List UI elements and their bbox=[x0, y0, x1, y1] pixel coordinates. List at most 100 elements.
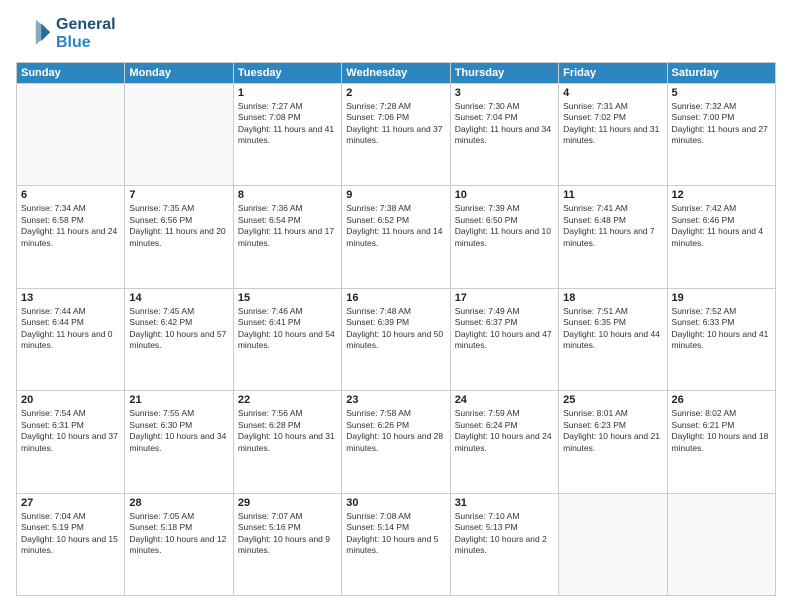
calendar-day-cell bbox=[17, 84, 125, 186]
day-number: 1 bbox=[238, 87, 337, 99]
day-detail: Sunrise: 7:44 AM Sunset: 6:44 PM Dayligh… bbox=[21, 306, 120, 352]
day-number: 23 bbox=[346, 394, 445, 406]
day-number: 14 bbox=[129, 292, 228, 304]
day-number: 4 bbox=[563, 87, 662, 99]
day-detail: Sunrise: 7:38 AM Sunset: 6:52 PM Dayligh… bbox=[346, 203, 445, 249]
calendar-table: SundayMondayTuesdayWednesdayThursdayFrid… bbox=[16, 62, 776, 596]
day-number: 25 bbox=[563, 394, 662, 406]
calendar-day-cell: 21 Sunrise: 7:55 AM Sunset: 6:30 PM Dayli… bbox=[125, 391, 233, 493]
day-number: 26 bbox=[672, 394, 771, 406]
calendar-day-cell: 8 Sunrise: 7:36 AM Sunset: 6:54 PM Daylig… bbox=[233, 186, 341, 288]
calendar-day-cell: 18Sunrise: 7:51 AM Sunset: 6:35 PM Dayli… bbox=[559, 288, 667, 390]
day-detail: Sunrise: 7:45 AM Sunset: 6:42 PM Dayligh… bbox=[129, 306, 228, 352]
day-number: 10 bbox=[455, 189, 554, 201]
day-detail: Sunrise: 7:56 AM Sunset: 6:28 PM Dayligh… bbox=[238, 408, 337, 454]
weekday-header: Monday bbox=[125, 63, 233, 84]
day-number: 20 bbox=[21, 394, 120, 406]
calendar-day-cell: 14 Sunrise: 7:45 AM Sunset: 6:42 PM Dayli… bbox=[125, 288, 233, 390]
calendar-header-row: SundayMondayTuesdayWednesdayThursdayFrid… bbox=[17, 63, 776, 84]
calendar-day-cell: 10 Sunrise: 7:39 AM Sunset: 6:50 PM Dayli… bbox=[450, 186, 558, 288]
day-detail: Sunrise: 7:31 AM Sunset: 7:02 PM Dayligh… bbox=[563, 101, 662, 147]
day-number: 6 bbox=[21, 189, 120, 201]
day-number: 15 bbox=[238, 292, 337, 304]
day-detail: Sunrise: 8:01 AM Sunset: 6:23 PM Dayligh… bbox=[563, 408, 662, 454]
day-detail: Sunrise: 7:46 AM Sunset: 6:41 PM Dayligh… bbox=[238, 306, 337, 352]
calendar-day-cell: 28Sunrise: 7:05 AM Sunset: 5:18 PM Dayli… bbox=[125, 493, 233, 595]
weekday-header: Wednesday bbox=[342, 63, 450, 84]
day-number: 30 bbox=[346, 497, 445, 509]
calendar-day-cell: 5 Sunrise: 7:32 AM Sunset: 7:00 PM Daylig… bbox=[667, 84, 775, 186]
header: General Blue bbox=[16, 16, 776, 52]
day-detail: Sunrise: 7:39 AM Sunset: 6:50 PM Dayligh… bbox=[455, 203, 554, 249]
page: General Blue SundayMondayTuesdayWednesda… bbox=[0, 0, 792, 612]
calendar-day-cell: 24 Sunrise: 7:59 AM Sunset: 6:24 PM Dayli… bbox=[450, 391, 558, 493]
day-number: 18 bbox=[563, 292, 662, 304]
weekday-header: Sunday bbox=[17, 63, 125, 84]
calendar-day-cell: 25 Sunrise: 8:01 AM Sunset: 6:23 PM Dayli… bbox=[559, 391, 667, 493]
calendar-day-cell: 26 Sunrise: 8:02 AM Sunset: 6:21 PM Dayli… bbox=[667, 391, 775, 493]
calendar-day-cell: 17 Sunrise: 7:49 AM Sunset: 6:37 PM Dayli… bbox=[450, 288, 558, 390]
calendar-day-cell: 11 Sunrise: 7:41 AM Sunset: 6:48 PM Dayli… bbox=[559, 186, 667, 288]
day-detail: Sunrise: 7:27 AM Sunset: 7:08 PM Dayligh… bbox=[238, 101, 337, 147]
calendar-day-cell bbox=[559, 493, 667, 595]
calendar-day-cell bbox=[125, 84, 233, 186]
day-detail: Sunrise: 7:42 AM Sunset: 6:46 PM Dayligh… bbox=[672, 203, 771, 249]
day-detail: Sunrise: 7:10 AM Sunset: 5:13 PM Dayligh… bbox=[455, 511, 554, 557]
day-detail: Sunrise: 7:08 AM Sunset: 5:14 PM Dayligh… bbox=[346, 511, 445, 557]
day-detail: Sunrise: 7:49 AM Sunset: 6:37 PM Dayligh… bbox=[455, 306, 554, 352]
day-detail: Sunrise: 7:32 AM Sunset: 7:00 PM Dayligh… bbox=[672, 101, 771, 147]
weekday-header: Saturday bbox=[667, 63, 775, 84]
calendar-day-cell: 16 Sunrise: 7:48 AM Sunset: 6:39 PM Dayli… bbox=[342, 288, 450, 390]
day-detail: Sunrise: 7:05 AM Sunset: 5:18 PM Dayligh… bbox=[129, 511, 228, 557]
calendar-day-cell: 2 Sunrise: 7:28 AM Sunset: 7:06 PM Daylig… bbox=[342, 84, 450, 186]
weekday-header: Thursday bbox=[450, 63, 558, 84]
day-detail: Sunrise: 7:30 AM Sunset: 7:04 PM Dayligh… bbox=[455, 101, 554, 147]
calendar-day-cell: 7Sunrise: 7:35 AM Sunset: 6:56 PM Daylig… bbox=[125, 186, 233, 288]
day-detail: Sunrise: 7:52 AM Sunset: 6:33 PM Dayligh… bbox=[672, 306, 771, 352]
day-detail: Sunrise: 7:59 AM Sunset: 6:24 PM Dayligh… bbox=[455, 408, 554, 454]
calendar-day-cell: 27 Sunrise: 7:04 AM Sunset: 5:19 PM Dayli… bbox=[17, 493, 125, 595]
day-detail: Sunrise: 8:02 AM Sunset: 6:21 PM Dayligh… bbox=[672, 408, 771, 454]
day-number: 22 bbox=[238, 394, 337, 406]
day-number: 29 bbox=[238, 497, 337, 509]
calendar-day-cell: 12 Sunrise: 7:42 AM Sunset: 6:46 PM Dayli… bbox=[667, 186, 775, 288]
day-number: 12 bbox=[672, 189, 771, 201]
day-number: 2 bbox=[346, 87, 445, 99]
day-detail: Sunrise: 7:54 AM Sunset: 6:31 PM Dayligh… bbox=[21, 408, 120, 454]
calendar-week-row: 1 Sunrise: 7:27 AM Sunset: 7:08 PM Daylig… bbox=[17, 84, 776, 186]
day-detail: Sunrise: 7:28 AM Sunset: 7:06 PM Dayligh… bbox=[346, 101, 445, 147]
day-number: 8 bbox=[238, 189, 337, 201]
day-detail: Sunrise: 7:48 AM Sunset: 6:39 PM Dayligh… bbox=[346, 306, 445, 352]
logo-text: General Blue bbox=[56, 16, 116, 52]
day-number: 5 bbox=[672, 87, 771, 99]
day-detail: Sunrise: 7:55 AM Sunset: 6:30 PM Dayligh… bbox=[129, 408, 228, 454]
calendar-day-cell: 13 Sunrise: 7:44 AM Sunset: 6:44 PM Dayli… bbox=[17, 288, 125, 390]
calendar-day-cell: 15 Sunrise: 7:46 AM Sunset: 6:41 PM Dayli… bbox=[233, 288, 341, 390]
calendar-week-row: 13 Sunrise: 7:44 AM Sunset: 6:44 PM Dayli… bbox=[17, 288, 776, 390]
day-number: 16 bbox=[346, 292, 445, 304]
day-number: 21 bbox=[129, 394, 228, 406]
calendar-week-row: 27 Sunrise: 7:04 AM Sunset: 5:19 PM Dayli… bbox=[17, 493, 776, 595]
day-detail: Sunrise: 7:36 AM Sunset: 6:54 PM Dayligh… bbox=[238, 203, 337, 249]
logo-icon bbox=[16, 16, 52, 52]
day-number: 24 bbox=[455, 394, 554, 406]
day-number: 3 bbox=[455, 87, 554, 99]
day-detail: Sunrise: 7:34 AM Sunset: 6:58 PM Dayligh… bbox=[21, 203, 120, 249]
day-detail: Sunrise: 7:41 AM Sunset: 6:48 PM Dayligh… bbox=[563, 203, 662, 249]
day-detail: Sunrise: 7:04 AM Sunset: 5:19 PM Dayligh… bbox=[21, 511, 120, 557]
calendar-day-cell: 20 Sunrise: 7:54 AM Sunset: 6:31 PM Dayli… bbox=[17, 391, 125, 493]
day-detail: Sunrise: 7:07 AM Sunset: 5:16 PM Dayligh… bbox=[238, 511, 337, 557]
calendar-day-cell: 23 Sunrise: 7:58 AM Sunset: 6:26 PM Dayli… bbox=[342, 391, 450, 493]
calendar-week-row: 6 Sunrise: 7:34 AM Sunset: 6:58 PM Daylig… bbox=[17, 186, 776, 288]
day-number: 17 bbox=[455, 292, 554, 304]
calendar-day-cell: 30 Sunrise: 7:08 AM Sunset: 5:14 PM Dayli… bbox=[342, 493, 450, 595]
day-number: 11 bbox=[563, 189, 662, 201]
day-detail: Sunrise: 7:58 AM Sunset: 6:26 PM Dayligh… bbox=[346, 408, 445, 454]
day-number: 27 bbox=[21, 497, 120, 509]
weekday-header: Friday bbox=[559, 63, 667, 84]
calendar-day-cell: 22 Sunrise: 7:56 AM Sunset: 6:28 PM Dayli… bbox=[233, 391, 341, 493]
calendar-day-cell: 1 Sunrise: 7:27 AM Sunset: 7:08 PM Daylig… bbox=[233, 84, 341, 186]
day-number: 13 bbox=[21, 292, 120, 304]
calendar-week-row: 20 Sunrise: 7:54 AM Sunset: 6:31 PM Dayli… bbox=[17, 391, 776, 493]
calendar-day-cell: 19Sunrise: 7:52 AM Sunset: 6:33 PM Dayli… bbox=[667, 288, 775, 390]
